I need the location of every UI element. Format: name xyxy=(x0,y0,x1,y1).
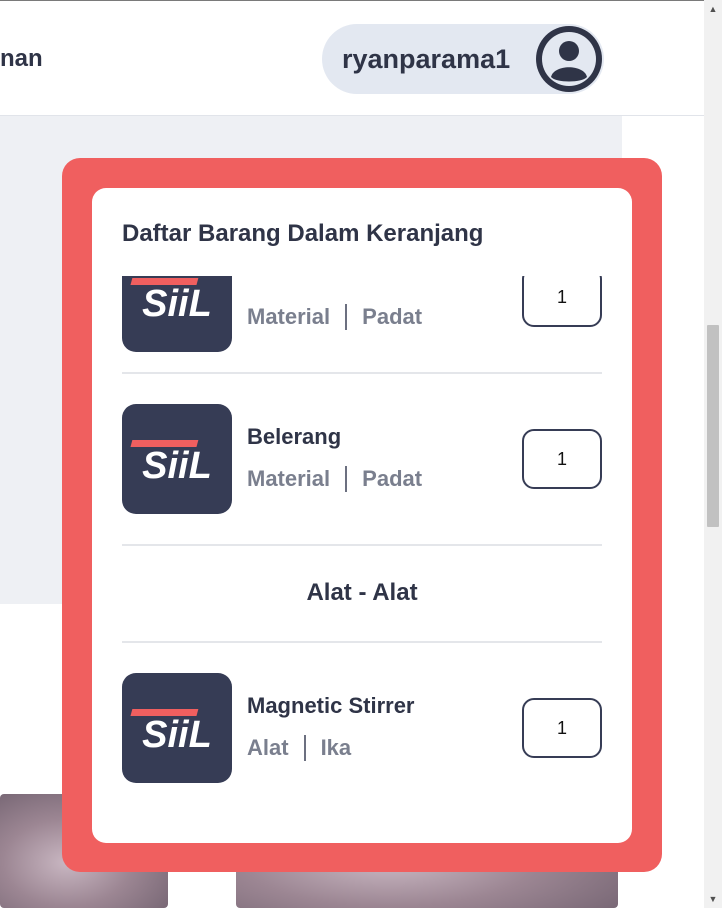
top-header: nan ryanparama1 xyxy=(0,1,704,116)
username-label: ryanparama1 xyxy=(342,44,511,74)
item-name: Magnetic Stirrer xyxy=(247,693,415,718)
scroll-up-arrow-icon[interactable]: ▲ xyxy=(704,0,722,18)
siil-logo-icon: SiiL xyxy=(122,673,232,783)
list-divider xyxy=(122,641,602,643)
cart-item-list[interactable]: SiiL Material Padat 1 SiiL Belerang Mate… xyxy=(92,276,632,843)
svg-text:SiiL: SiiL xyxy=(142,445,212,487)
cart-item: SiiL Belerang Material Padat 1 xyxy=(122,404,602,514)
user-avatar-icon[interactable] xyxy=(534,24,604,94)
item-category-label: Material xyxy=(247,304,331,329)
nav-link-fragment[interactable]: nan xyxy=(0,45,43,73)
meta-divider xyxy=(303,735,306,761)
scroll-down-arrow-icon[interactable]: ▼ xyxy=(704,890,722,908)
list-divider xyxy=(122,372,602,374)
section-heading: Alat - Alat xyxy=(306,579,418,606)
modal-title: Daftar Barang Dalam Keranjang xyxy=(122,220,484,247)
item-category-label: Alat xyxy=(247,735,289,760)
item-category: Alat Ika xyxy=(247,735,351,761)
item-subcategory-label: Padat xyxy=(362,466,423,491)
meta-divider xyxy=(345,466,348,492)
cart-modal-card: Daftar Barang Dalam Keranjang SiiL Mater… xyxy=(92,188,632,843)
siil-logo-icon: SiiL xyxy=(122,276,232,352)
item-subcategory-label: Padat xyxy=(362,304,423,329)
item-subcategory-label: Ika xyxy=(320,735,352,760)
list-divider xyxy=(122,544,602,546)
cart-item: SiiL Material Padat 1 xyxy=(122,276,602,352)
quantity-input[interactable]: 1 xyxy=(522,698,602,758)
svg-text:SiiL: SiiL xyxy=(142,714,212,756)
vertical-scrollbar[interactable]: ▲ ▼ xyxy=(704,0,722,908)
quantity-input[interactable]: 1 xyxy=(522,276,602,327)
scrollbar-thumb[interactable] xyxy=(707,325,719,527)
siil-logo-icon: SiiL xyxy=(122,404,232,514)
svg-text:SiiL: SiiL xyxy=(142,283,212,325)
item-category: Material Padat xyxy=(247,304,422,330)
item-name: Belerang xyxy=(247,424,342,449)
meta-divider xyxy=(345,304,348,330)
cart-modal: Daftar Barang Dalam Keranjang SiiL Mater… xyxy=(62,158,662,872)
quantity-input[interactable]: 1 xyxy=(522,429,602,489)
item-category: Material Padat xyxy=(247,466,422,492)
cart-item: SiiL Magnetic Stirrer Alat Ika 1 xyxy=(122,673,602,783)
user-menu-button[interactable]: ryanparama1 xyxy=(322,24,604,94)
item-category-label: Material xyxy=(247,466,331,491)
